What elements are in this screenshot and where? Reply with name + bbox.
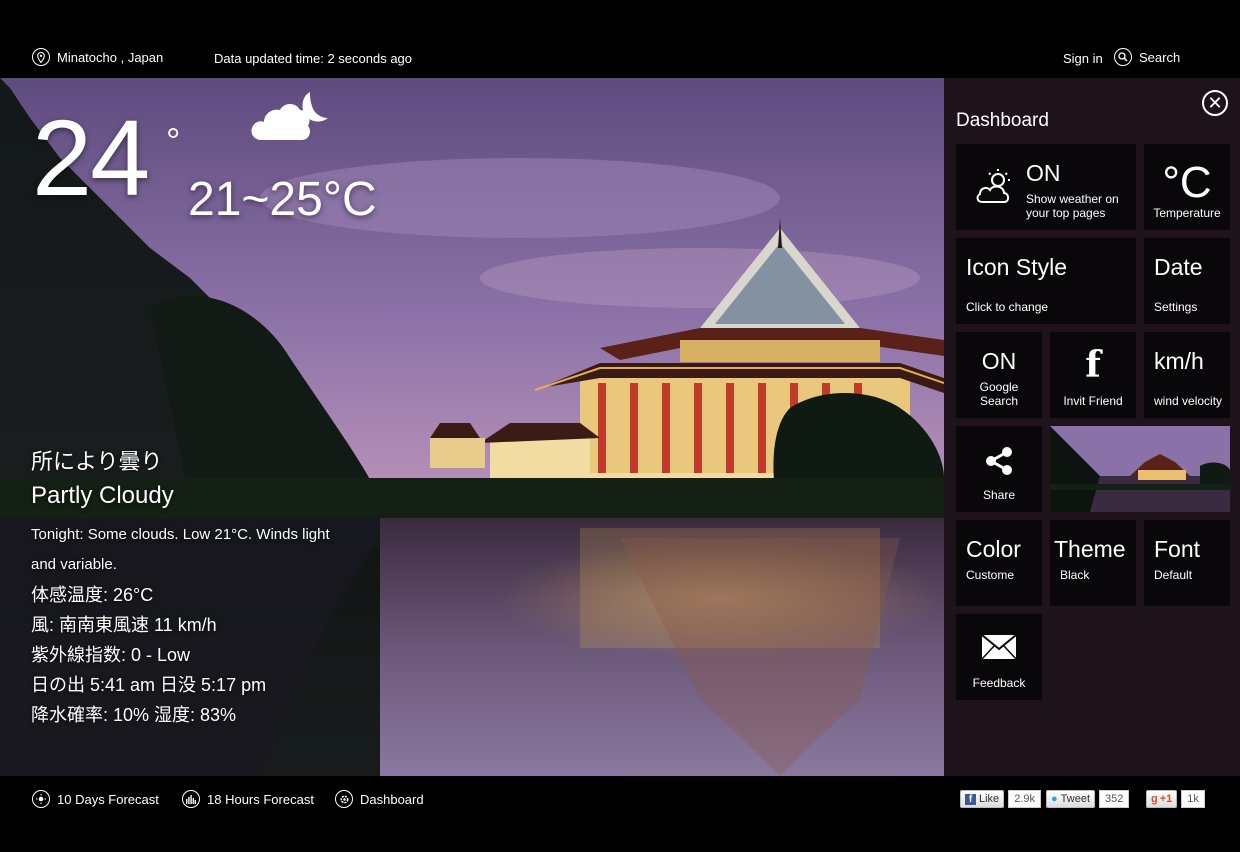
invite-friend-label: Invit Friend: [1063, 394, 1123, 408]
sunrise-sunset: 日の出 5:41 am 日没 5:17 pm: [31, 675, 267, 695]
google-plus-button[interactable]: g +1: [1146, 790, 1178, 808]
font-tile[interactable]: Font Default: [1144, 520, 1230, 606]
location[interactable]: Minatocho , Japan: [32, 48, 163, 66]
google-plus-icon: g: [1151, 793, 1158, 805]
cloud-moon-icon: [248, 88, 330, 153]
tweet-count: 352: [1099, 790, 1130, 808]
font-label: Default: [1154, 568, 1193, 582]
icon-style-label: Click to change: [966, 300, 1049, 314]
forecast-description: Tonight: Some clouds. Low 21°C. Winds li…: [31, 526, 330, 573]
close-icon[interactable]: ✕: [1202, 90, 1228, 116]
wind-speed: 風: 南南東風速 11 km/h: [31, 615, 217, 635]
twitter-bird-icon: ●: [1051, 793, 1058, 805]
facebook-like-button[interactable]: f Like: [960, 790, 1005, 808]
font-title: Font: [1154, 536, 1201, 562]
google-plus-count: 1k: [1181, 790, 1205, 808]
facebook-like-count: 2.9k: [1008, 790, 1041, 808]
degree-symbol: °: [166, 120, 181, 161]
hourly-forecast-link[interactable]: 18 Hours Forecast: [182, 790, 314, 808]
dashboard-title: Dashboard: [956, 110, 1049, 131]
theme-label: Black: [1060, 568, 1090, 582]
envelope-icon: [981, 634, 1017, 660]
ten-day-forecast-link[interactable]: 10 Days Forecast: [32, 790, 159, 808]
sun-icon: [32, 790, 50, 808]
theme-title: Theme: [1054, 536, 1126, 562]
feels-like: 体感温度: 26°C: [31, 585, 154, 605]
wind-unit: km/h: [1154, 348, 1204, 374]
icon-style-title: Icon Style: [966, 254, 1067, 280]
facebook-like-widget[interactable]: f Like 2.9k: [960, 790, 1041, 808]
partly-cloudy-icon: [976, 169, 1010, 203]
facebook-logo-icon: f: [965, 793, 976, 805]
temperature-range: 21~25°C: [188, 173, 377, 226]
location-label: Minatocho , Japan: [57, 49, 164, 65]
search-button[interactable]: Search: [1114, 48, 1180, 66]
wind-velocity-tile[interactable]: km/h wind velocity: [1144, 332, 1230, 418]
precip-humidity: 降水確率: 10% 湿度: 83%: [31, 705, 237, 725]
feedback-label: Feedback: [972, 676, 1026, 690]
condition-english: Partly Cloudy: [31, 482, 174, 509]
icon-style-tile[interactable]: Icon Style Click to change: [956, 238, 1136, 324]
bottom-bar: 10 Days Forecast 18 Hours Forecast Dashb…: [0, 776, 1240, 852]
location-pin-icon: [32, 48, 50, 66]
invite-friend-tile[interactable]: f Invit Friend: [1050, 332, 1136, 418]
tweet-button[interactable]: ● Tweet: [1046, 790, 1096, 808]
background-thumbnail[interactable]: [1050, 426, 1230, 512]
tweet-widget[interactable]: ● Tweet 352: [1046, 790, 1130, 808]
weather-toggle-tile[interactable]: ON Show weather on your top pages: [956, 144, 1136, 230]
date-settings-tile[interactable]: Date Settings: [1144, 238, 1230, 324]
sign-in-link[interactable]: Sign in: [1063, 51, 1103, 66]
current-temperature: 24: [32, 97, 150, 218]
tweet-label: Tweet: [1060, 793, 1091, 805]
dashboard-link-label: Dashboard: [360, 791, 424, 807]
search-icon: [1114, 48, 1132, 66]
share-tile[interactable]: Share: [956, 426, 1042, 512]
bar-chart-icon: [182, 790, 200, 808]
gear-icon: [335, 790, 353, 808]
update-status: Data updated time: 2 seconds ago: [214, 51, 413, 66]
search-label: Search: [1139, 49, 1181, 65]
top-bar: Minatocho , Japan Data updated time: 2 s…: [0, 0, 1240, 78]
date-label: Settings: [1154, 300, 1198, 314]
temperature-unit: °C: [1162, 158, 1212, 207]
dashboard-panel: Dashboard ✕ ON Show weather on your top …: [944, 78, 1240, 776]
color-tile[interactable]: Color Custome: [956, 520, 1042, 606]
feedback-tile[interactable]: Feedback: [956, 614, 1042, 700]
google-plus-widget[interactable]: g +1 1k: [1146, 790, 1205, 808]
theme-tile[interactable]: Theme Black: [1050, 520, 1136, 606]
color-label: Custome: [966, 568, 1015, 582]
dashboard-link[interactable]: Dashboard: [335, 790, 424, 808]
weather-toggle-label: Show weather on your top pages: [1026, 192, 1119, 220]
conditions-panel: 所により曇り Partly Cloudy Tonight: Some cloud…: [31, 444, 351, 730]
condition-japanese: 所により曇り: [31, 449, 163, 474]
facebook-icon: f: [1085, 344, 1101, 386]
google-search-state: ON: [981, 348, 1017, 374]
wind-velocity-label: wind velocity: [1154, 394, 1223, 408]
google-search-tile[interactable]: ON Google Search: [956, 332, 1042, 418]
ten-day-forecast-label: 10 Days Forecast: [57, 791, 159, 807]
color-title: Color: [966, 536, 1021, 562]
share-icon: [986, 447, 1012, 475]
facebook-like-label: Like: [979, 793, 1000, 805]
hourly-forecast-label: 18 Hours Forecast: [207, 791, 314, 807]
temperature-unit-tile[interactable]: °C Temperature: [1144, 144, 1230, 230]
google-search-label: Google Search: [979, 380, 1019, 408]
weather-toggle-state: ON: [1026, 160, 1061, 186]
temperature-label: Temperature: [1153, 206, 1221, 220]
share-label: Share: [982, 488, 1016, 502]
date-title: Date: [1154, 254, 1203, 280]
google-plus-label: +1: [1159, 793, 1173, 805]
uv-index: 紫外線指数: 0 - Low: [31, 645, 191, 665]
